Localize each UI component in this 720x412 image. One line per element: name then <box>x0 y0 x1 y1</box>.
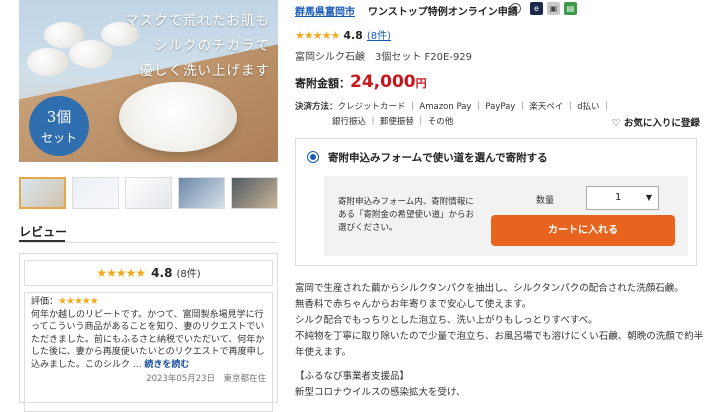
review-count: (8件) <box>176 269 201 280</box>
hero-copy-line1: マスクで荒れたお肌も <box>125 13 270 29</box>
review-panel: ★★★★★ 4.8 (8件) 評価：★★★★★ 何年か越しのリピートです。かつて、富… <box>19 253 278 412</box>
payment-methods-line2: 銀行振込 ｜ 郵便振替 ｜ その他 <box>332 117 454 127</box>
thumbnail-2[interactable] <box>72 177 119 209</box>
quantity-value: 1 <box>615 192 622 203</box>
review-meta: 2023年05月23日 東京都在住 <box>31 373 266 386</box>
silk-cocoon <box>27 48 69 76</box>
thumbnail-5[interactable] <box>231 177 278 209</box>
description-line: 【ふるなび事業者支援品】 <box>295 371 410 382</box>
payment-methods: 決済方法：クレジットカード ｜ Amazon Pay ｜ PayPay ｜ 楽天… <box>295 100 611 112</box>
divider <box>19 242 278 243</box>
description-line: 不純物を丁寧に取り除いたので少量で泡立ち、お風呂場でも溶けにくい石鹸、朝晩の洗顔… <box>295 331 704 358</box>
review-date: 2023年05月23日 <box>146 374 215 384</box>
review-card: 評価：★★★★★ 何年か越しのリピートです。かつて、富岡製糸場見学に行ってこうい… <box>24 292 273 412</box>
donation-form-box: 寄附申込みフォーム内、寄附情報にある「寄附金の希望使い道」からお選びください。 … <box>324 176 688 256</box>
soap-bar <box>119 82 237 152</box>
id-card-icon: ▣ <box>547 2 560 15</box>
thumbnail-1[interactable] <box>19 177 66 209</box>
chevron-down-icon: ▼ <box>645 193 652 202</box>
description-line: 富岡で生産された繭からシルクタンパクを抽出し、シルクタンパクの配合された洗顔石鹸… <box>295 283 684 294</box>
donation-description: 寄附申込みフォーム内、寄附情報にある「寄附金の希望使い道」からお選びください。 <box>338 197 475 233</box>
description-line: 新型コロナウイルスの感染拡大を受け、 <box>295 387 466 398</box>
silk-cocoon <box>69 40 113 68</box>
heart-icon: ♡ <box>612 118 621 129</box>
product-main-image[interactable]: マスクで荒れたお肌も シルクのチカラで 優しく洗い上げます 3個 セット <box>19 0 278 162</box>
info-icon[interactable]: ? <box>510 3 521 14</box>
favorite-button[interactable]: ♡ お気に入りに登録 <box>612 115 700 129</box>
donation-price: 寄附金額：24,000円 <box>295 72 427 92</box>
review-text: 何年か越しのリピートです。かつて、富岡製糸場見学に行ってこういう商品があることを… <box>31 309 266 372</box>
municipality-link[interactable]: 群馬県富岡市 <box>295 3 355 18</box>
badge-count: 3個 <box>46 108 72 126</box>
review-score: 4.8 <box>151 266 173 280</box>
hero-copy-line2: シルクのチカラで <box>154 38 270 54</box>
tab-reviews[interactable]: レビュー <box>19 223 67 240</box>
donation-option-radio[interactable] <box>307 151 319 163</box>
badge-set: セット <box>40 131 77 145</box>
review-rating: 評価：★★★★★ <box>31 296 266 309</box>
donation-option-label[interactable]: 寄附申込みフォームで使い道を選んで寄附する <box>328 150 548 165</box>
onestop-service-label: ワンストップ特例オンライン申請 <box>368 7 518 18</box>
favorite-label: お気に入りに登録 <box>623 118 700 129</box>
price-amount: 24,000 <box>350 72 416 92</box>
star-rating-icon: ★★★★★ <box>295 29 340 42</box>
product-score: 4.8 <box>343 29 363 42</box>
description-line: シルク配合でもっちりとした泡立ち、洗い上がりもしっとりすべすべ。 <box>295 315 598 326</box>
quantity-select[interactable]: 1 ▼ <box>586 186 659 210</box>
thumbnail-strip <box>19 177 278 211</box>
thumbnail-3[interactable] <box>125 177 172 209</box>
hero-copy-line3: 優しく洗い上げます <box>139 63 270 79</box>
price-label: 寄附金額： <box>295 77 350 90</box>
thumbnail-4[interactable] <box>178 177 225 209</box>
review-rating-label: 評価： <box>31 297 59 307</box>
donation-option-panel: 寄附申込みフォームで使い道を選んで寄附する 寄附申込みフォーム内、寄附情報にある… <box>295 138 697 266</box>
review-location: 東京都在住 <box>223 374 266 384</box>
card-payment-icon: e <box>530 2 543 15</box>
star-rating-icon: ★★★★★ <box>96 266 146 280</box>
add-to-cart-button[interactable]: カートに入れる <box>491 215 675 246</box>
read-more-link[interactable]: 続きを読む <box>144 360 189 370</box>
quantity-label: 数量 <box>536 196 555 206</box>
payment-methods-list: クレジットカード ｜ Amazon Pay ｜ PayPay ｜ 楽天ペイ ｜ … <box>337 102 611 112</box>
product-description: 富岡で生産された繭からシルクタンパクを抽出し、シルクタンパクの配合された洗顔石鹸… <box>295 281 705 401</box>
product-name: 富岡シルク石鹸 3個セット F20E-929 <box>295 52 473 63</box>
gift-icon: ▤ <box>564 2 577 15</box>
set-badge: 3個 セット <box>29 96 89 156</box>
product-rating: ★★★★★ 4.8 (8件) <box>295 27 391 42</box>
review-summary: ★★★★★ 4.8 (8件) <box>24 260 273 286</box>
product-review-count-link[interactable]: (8件) <box>367 31 391 42</box>
description-line: 無香料で赤ちゃんからお年寄りまで安心して使えます。 <box>295 299 532 310</box>
star-rating-icon: ★★★★★ <box>58 296 99 307</box>
payment-label: 決済方法： <box>295 102 338 112</box>
price-unit: 円 <box>415 77 427 90</box>
